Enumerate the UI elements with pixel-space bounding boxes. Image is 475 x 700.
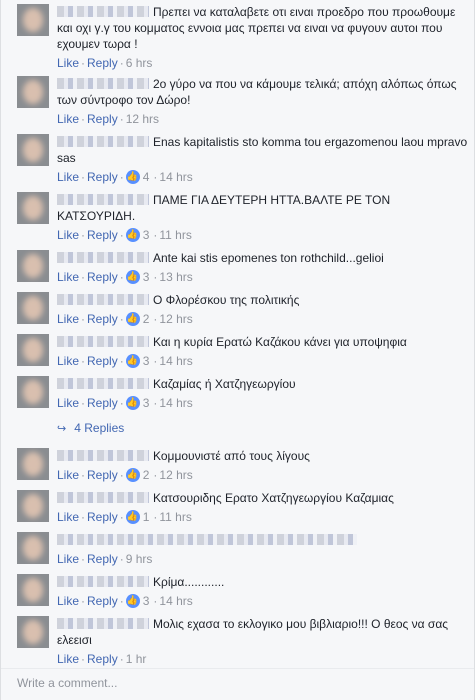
avatar[interactable] [17,134,49,166]
write-comment-input[interactable]: Write a comment... [17,676,117,690]
like-button[interactable]: Like [57,652,79,666]
reply-button[interactable]: Reply [87,396,118,410]
reply-button[interactable]: Reply [87,468,118,482]
comment-time[interactable]: 14 hrs [159,396,192,410]
comment-time[interactable]: 12 hrs [126,112,159,126]
like-reaction-icon[interactable] [125,353,140,369]
like-button[interactable]: Like [57,270,79,284]
reply-button[interactable]: Reply [87,228,118,242]
like-button[interactable]: Like [57,468,79,482]
like-count[interactable]: 2 [143,468,150,482]
like-reaction-icon[interactable] [125,227,140,243]
comment-time[interactable]: 13 hrs [159,270,192,284]
comment-time[interactable]: 12 hrs [159,312,192,326]
reply-button[interactable]: Reply [87,56,118,70]
comment-text: Κατσουριδης Ερατο Χατζηγεωργίου Καζαμιας [153,491,394,505]
commenter-name[interactable] [57,618,149,629]
comment-time[interactable]: 12 hrs [159,468,192,482]
commenter-name[interactable] [57,6,149,17]
commenter-name[interactable] [57,136,149,147]
commenter-name[interactable] [57,252,149,263]
comment-time[interactable]: 11 hrs [159,510,191,524]
reply-button[interactable]: Reply [87,652,118,666]
like-count[interactable]: 4 [143,170,150,184]
comment-time[interactable]: 11 hrs [159,228,191,242]
comment-text: Κομμουνιστέ από τους λίγους [153,449,310,463]
avatar[interactable] [17,334,49,366]
avatar[interactable] [17,616,49,648]
comment-time[interactable]: 6 hrs [126,56,153,70]
avatar[interactable] [17,532,49,564]
commenter-name[interactable] [57,534,357,545]
commenter-name[interactable] [57,576,149,587]
avatar[interactable] [17,574,49,606]
comment-time[interactable]: 14 hrs [159,170,192,184]
like-button[interactable]: Like [57,112,79,126]
like-button[interactable]: Like [57,354,79,368]
commenter-name[interactable] [57,378,149,389]
commenter-name[interactable] [57,294,149,305]
avatar[interactable] [17,192,49,224]
reply-arrow-icon: ↪ [57,422,67,435]
comments-panel: Πρεπει να καταλαβετε οτι ειναι προεδρο π… [0,0,475,700]
avatar[interactable] [17,448,49,480]
like-button[interactable]: Like [57,396,79,410]
reply-button[interactable]: Reply [87,594,118,608]
like-button[interactable]: Like [57,228,79,242]
reply-button[interactable]: Reply [87,270,118,284]
comment-time[interactable]: 14 hrs [159,594,192,608]
reply-button[interactable]: Reply [87,112,118,126]
like-count[interactable]: 3 [143,270,150,284]
avatar[interactable] [17,76,49,108]
like-button[interactable]: Like [57,594,79,608]
like-reaction-icon[interactable] [125,311,140,327]
reply-button[interactable]: Reply [87,170,118,184]
like-button[interactable]: Like [57,552,79,566]
commenter-name[interactable] [57,78,149,89]
comment-time[interactable]: 14 hrs [159,354,192,368]
view-replies-link[interactable]: ↪ 4 Replies [57,420,124,437]
like-count[interactable]: 3 [143,396,150,410]
replies-count[interactable]: 4 Replies [74,421,124,435]
comment-text: Καζαμίας ή Χατζηγεωργίου [153,377,296,391]
divider [1,668,474,669]
avatar[interactable] [17,292,49,324]
avatar[interactable] [17,490,49,522]
reply-button[interactable]: Reply [87,510,118,524]
comment-text: Ante kai stis epomenes ton rothchild...g… [153,251,384,265]
comment-time[interactable]: 9 hrs [126,552,153,566]
commenter-name[interactable] [57,492,149,503]
like-count[interactable]: 3 [143,594,150,608]
comment-time[interactable]: 1 hr [126,652,147,666]
like-reaction-icon[interactable] [125,593,140,609]
commenter-name[interactable] [57,450,149,461]
reply-button[interactable]: Reply [87,312,118,326]
like-reaction-icon[interactable] [125,509,140,525]
like-button[interactable]: Like [57,312,79,326]
reply-button[interactable]: Reply [87,354,118,368]
like-count[interactable]: 3 [143,354,150,368]
like-reaction-icon[interactable] [125,169,140,185]
like-reaction-icon[interactable] [125,269,140,285]
like-reaction-icon[interactable] [125,395,140,411]
like-button[interactable]: Like [57,510,79,524]
comment-text: Κρίμα............ [153,575,225,589]
like-count[interactable]: 2 [143,312,150,326]
avatar[interactable] [17,4,49,36]
like-reaction-icon[interactable] [125,467,140,483]
like-count[interactable]: 3 [143,228,150,242]
like-button[interactable]: Like [57,170,79,184]
avatar[interactable] [17,376,49,408]
reply-button[interactable]: Reply [87,552,118,566]
comment-text: Και η κυρία Ερατώ Καζάκου κάνει για υποψ… [153,335,407,349]
avatar[interactable] [17,250,49,282]
like-count[interactable]: 1 [143,510,150,524]
commenter-name[interactable] [57,194,149,205]
comment-text: Ο Φλορέσκου της πολιτικής [153,293,300,307]
commenter-name[interactable] [57,336,149,347]
like-button[interactable]: Like [57,56,79,70]
